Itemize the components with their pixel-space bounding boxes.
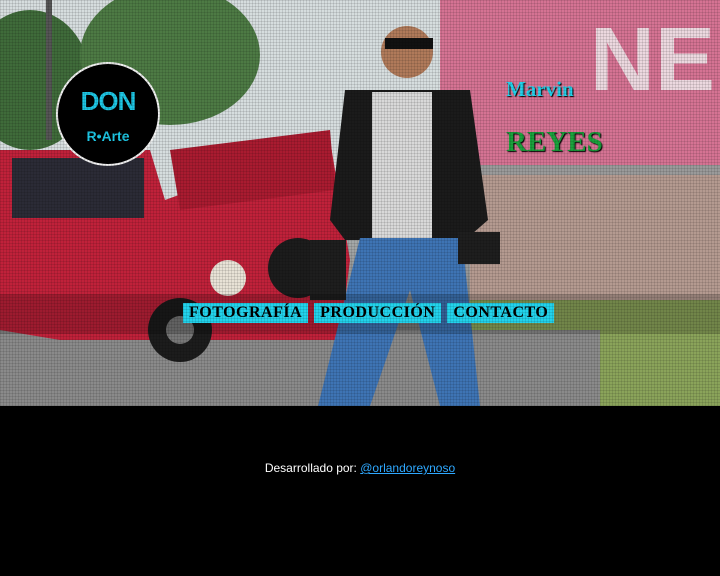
hero-photo: NEK DON R•Arte Marvin REYES FOTOGRAFÍA P… — [0, 0, 720, 406]
footer: Desarrollado por: @orlandoreynoso — [0, 406, 720, 576]
main-nav: FOTOGRAFÍA PRODUCCIÓN CONTACTO — [183, 303, 555, 323]
footer-author-link[interactable]: @orlandoreynoso — [360, 461, 455, 475]
logo-top-text: DON — [80, 86, 137, 116]
hero-first-name: Marvin — [506, 77, 574, 101]
nav-item-fotografia[interactable]: FOTOGRAFÍA — [183, 303, 309, 323]
hero-illustration: NEK — [0, 0, 720, 406]
nav-item-contacto[interactable]: CONTACTO — [447, 303, 555, 323]
footer-credit-prefix: Desarrollado por: — [264, 461, 357, 475]
hero-last-name: REYES — [506, 126, 603, 158]
footer-credit: Desarrollado por: @orlandoreynoso — [0, 461, 720, 475]
nav-item-produccion[interactable]: PRODUCCIÓN — [314, 303, 442, 323]
logo-badge[interactable]: DON R•Arte — [56, 62, 160, 166]
svg-text:NEK: NEK — [590, 10, 720, 110]
logo-bottom-text: R•Arte — [86, 128, 130, 144]
